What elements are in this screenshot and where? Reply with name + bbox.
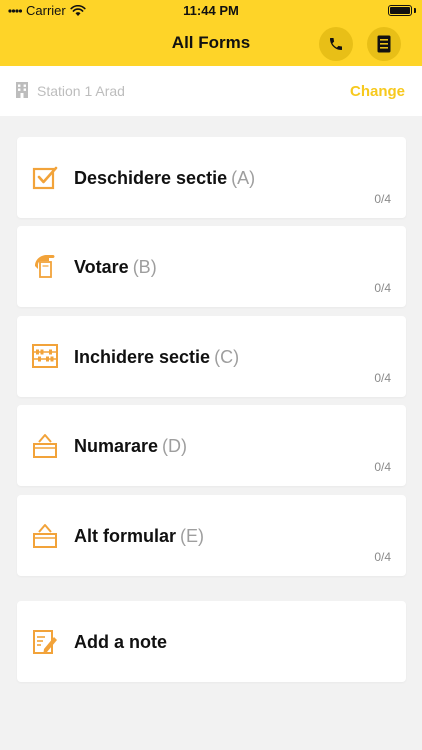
- form-label: Deschidere sectie (A): [74, 168, 255, 189]
- form-label: Votare (B): [74, 257, 157, 278]
- guide-button[interactable]: [367, 27, 401, 61]
- battery-icon: [388, 5, 412, 16]
- form-label: Inchidere sectie (C): [74, 347, 239, 368]
- form-title: Alt formular: [74, 526, 177, 546]
- battery-tip: [414, 8, 416, 13]
- form-label: Numarare (D): [74, 436, 187, 457]
- form-title: Votare: [74, 257, 129, 277]
- add-note-card[interactable]: Add a note: [17, 601, 406, 682]
- form-code: (C): [214, 347, 240, 367]
- form-label: Add a note: [74, 632, 167, 653]
- status-time: 11:44 PM: [183, 3, 239, 18]
- note-edit-icon: [33, 630, 57, 654]
- change-station-button[interactable]: Change: [350, 83, 405, 100]
- station-name: Station 1 Arad: [37, 83, 125, 99]
- call-button[interactable]: [319, 27, 353, 61]
- form-progress: 0/4: [374, 460, 391, 474]
- form-card-e[interactable]: Alt formular (E) 0/4: [17, 495, 406, 576]
- hand-ballot-icon: [35, 255, 55, 278]
- form-title: Numarare: [74, 436, 159, 456]
- form-progress: 0/4: [374, 192, 391, 206]
- form-title: Inchidere sectie: [74, 347, 211, 367]
- form-card-b[interactable]: Votare (B) 0/4: [17, 226, 406, 307]
- page-title: All Forms: [171, 33, 251, 52]
- ballot-box-icon: [33, 524, 57, 548]
- form-title: Deschidere sectie: [74, 168, 228, 188]
- form-label: Alt formular (E): [74, 526, 204, 547]
- checkbox-icon: [32, 166, 58, 190]
- building-icon: [16, 82, 28, 98]
- status-bar: Carrier 11:44 PM: [0, 0, 422, 22]
- form-code: (B): [132, 257, 157, 277]
- phone-icon: [330, 38, 342, 50]
- form-code: (D): [162, 436, 188, 456]
- form-progress: 0/4: [374, 371, 391, 385]
- form-progress: 0/4: [374, 550, 391, 564]
- form-code: (E): [180, 526, 205, 546]
- form-card-d[interactable]: Numarare (D) 0/4: [17, 405, 406, 486]
- ballot-box-icon: [33, 434, 57, 458]
- document-icon: [377, 35, 391, 53]
- add-note-label: Add a note: [74, 632, 167, 652]
- abacus-icon: [32, 344, 58, 368]
- form-code: (A): [231, 168, 256, 188]
- navigation-bar: Carrier 11:44 PM All Forms: [0, 0, 422, 66]
- form-progress: 0/4: [374, 281, 391, 295]
- station-selector: Station 1 Arad Change: [0, 66, 422, 116]
- form-card-c[interactable]: Inchidere sectie (C) 0/4: [17, 316, 406, 397]
- form-card-a[interactable]: Deschidere sectie (A) 0/4: [17, 137, 406, 218]
